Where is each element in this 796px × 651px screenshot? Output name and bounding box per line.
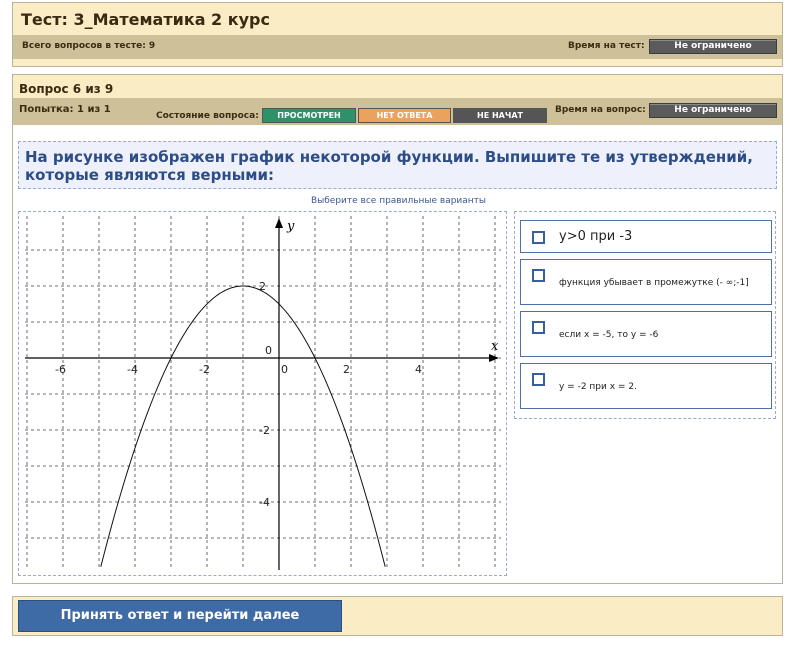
question-number: Вопрос 6 из 9 xyxy=(19,82,114,96)
y-tick-label: -2 xyxy=(259,424,270,437)
option-3[interactable]: если x = -5, то y = -6 xyxy=(520,311,772,357)
question-header: Вопрос 6 из 9 Попытка: 1 из 1 Состояние … xyxy=(13,75,782,125)
state-label: Состояние вопроса: xyxy=(156,111,259,121)
x-tick-label: -4 xyxy=(127,363,138,376)
total-questions: Всего вопросов в тесте: 9 xyxy=(22,41,156,51)
attempt-label: Попытка: 1 из 1 xyxy=(19,104,111,115)
y-tick-label: -4 xyxy=(259,496,270,509)
test-time-label: Время на тест: xyxy=(568,41,645,51)
option-2-label: функция убывает в промежутке (- ∞;-1] xyxy=(559,278,749,288)
checkbox-3[interactable] xyxy=(532,321,545,334)
function-graph: x y -6 -4 -2 0 2 4 2 0 -2 -4 xyxy=(18,211,507,576)
test-info-bar: Всего вопросов в тесте: 9 Время на тест:… xyxy=(13,35,782,89)
test-title: Тест: 3_Математика 2 курс xyxy=(21,10,270,29)
option-4[interactable]: y = -2 при x = 2. xyxy=(520,363,772,409)
question-text: На рисунке изображен график некоторой фу… xyxy=(25,148,753,184)
x-tick-label: 2 xyxy=(343,363,350,376)
state-no-answer-badge: НЕТ ОТВЕТА xyxy=(358,108,451,123)
question-text-box: На рисунке изображен график некоторой фу… xyxy=(18,141,777,189)
x-axis-label: x xyxy=(491,339,499,354)
question-time-label: Время на вопрос: xyxy=(555,105,646,115)
question-panel: Вопрос 6 из 9 Попытка: 1 из 1 Состояние … xyxy=(12,74,783,584)
option-2[interactable]: функция убывает в промежутке (- ∞;-1] xyxy=(520,259,772,305)
submit-answer-button[interactable]: Принять ответ и перейти далее xyxy=(18,600,342,632)
test-header: Тест: 3_Математика 2 курс Всего вопросов… xyxy=(12,2,783,89)
checkbox-4[interactable] xyxy=(532,373,545,386)
x-tick-label: 0 xyxy=(281,363,288,376)
x-tick-label: 4 xyxy=(415,363,422,376)
state-viewed-badge: ПРОСМОТРЕН xyxy=(262,108,356,123)
option-4-label: y = -2 при x = 2. xyxy=(559,382,637,392)
question-time-value: Не ограничено xyxy=(649,103,777,118)
option-1-label: y>0 при -3 xyxy=(559,229,633,244)
x-tick-label: -6 xyxy=(55,363,66,376)
option-1[interactable]: y>0 при -3 xyxy=(520,220,772,253)
select-hint: Выберите все правильные варианты xyxy=(310,196,487,206)
checkbox-1[interactable] xyxy=(532,231,545,244)
test-time-value: Не ограничено xyxy=(649,39,777,54)
y-tick-label: 0 xyxy=(265,344,272,357)
option-3-label: если x = -5, то y = -6 xyxy=(559,330,659,340)
state-not-started-badge: НЕ НАЧАТ xyxy=(453,108,547,123)
graph-canvas: xy-6 -4 -2 0 2 420-2-4 xyxy=(25,216,501,570)
graph-background xyxy=(25,216,501,570)
checkbox-2[interactable] xyxy=(532,269,545,282)
y-axis-label: y xyxy=(286,219,295,234)
x-tick-label: -2 xyxy=(199,363,210,376)
footer-panel: Принять ответ и перейти далее xyxy=(12,596,783,636)
answer-options: y>0 при -3 функция убывает в промежутке … xyxy=(514,211,776,419)
